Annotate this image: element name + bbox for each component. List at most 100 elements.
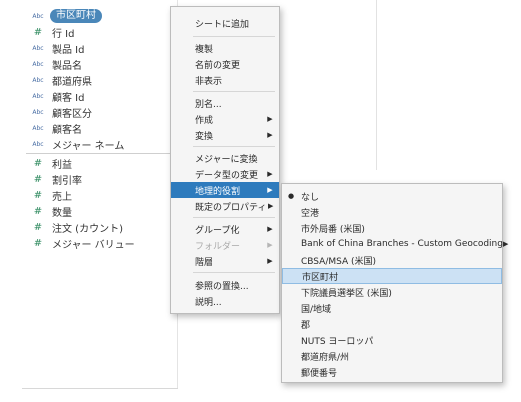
geo-county[interactable]: 郡 [282,316,502,332]
menu-item-label: CBSA/MSA (米国) [301,256,377,267]
field-label: 注文 (カウント) [52,223,123,235]
abc-type-icon: Abc [32,124,44,132]
menu-item-label: データ型の変更 [195,170,259,181]
menu-item-label: フォルダー [195,241,241,252]
menu-item-label: 都道府県/州 [301,352,350,363]
number-type-icon: # [33,157,43,169]
field-label: 行 Id [52,28,75,40]
field-measure-names[interactable]: Abc メジャー ネーム [28,136,176,152]
geo-cbsa-msa[interactable]: CBSA/MSA (米国) [282,252,502,268]
field-measure-values[interactable]: # メジャー バリュー [28,235,176,251]
field-prefecture[interactable]: Abc 都道府県 [28,72,176,88]
menu-change-data-type[interactable]: データ型の変更 ▶ [171,166,279,182]
menu-separator [193,146,275,147]
field-customer-segment[interactable]: Abc 顧客区分 [28,104,176,120]
menu-replace-references[interactable]: 参照の置換... [171,277,279,293]
triangle-right-icon: ▶ [267,131,273,139]
menu-item-label: 非表示 [195,76,223,87]
menu-item-label: 参照の置換... [195,281,249,292]
menu-item-label: 説明... [195,297,222,308]
menu-item-label: 空港 [301,208,320,219]
field-label: 製品 Id [52,44,85,56]
field-label: 顧客 Id [52,92,85,104]
menu-item-label: メジャーに変換 [195,154,258,165]
field-sales[interactable]: # 売上 [28,187,176,203]
abc-type-icon: Abc [32,60,44,68]
field-row-id[interactable]: # 行 Id [28,24,176,40]
menu-describe[interactable]: 説明... [171,293,279,309]
field-customer-id[interactable]: Abc 顧客 Id [28,88,176,104]
menu-duplicate[interactable]: 複製 [171,40,279,56]
field-product-id[interactable]: Abc 製品 Id [28,40,176,56]
menu-item-label: 市外局番 (米国) [301,224,365,235]
number-type-icon: # [33,221,43,233]
number-type-icon: # [33,26,43,38]
geo-airport[interactable]: 空港 [282,204,502,220]
triangle-right-icon: ▶ [267,115,273,123]
triangle-right-icon: ▶ [502,240,509,248]
geo-bank-of-china[interactable]: Bank of China Branches - Custom Geocodin… [282,236,508,252]
menu-aliases[interactable]: 別名... [171,95,279,111]
menu-create[interactable]: 作成 ▶ [171,111,279,127]
geo-state-province[interactable]: 都道府県/州 [282,348,502,364]
menu-rename[interactable]: 名前の変更 [171,56,279,72]
abc-type-icon: Abc [32,92,44,100]
menu-transform[interactable]: 変換 ▶ [171,127,279,143]
triangle-right-icon: ▶ [267,170,273,178]
geo-city[interactable]: 市区町村 [282,268,502,284]
field-city[interactable]: Abc 市区町村 [28,8,176,24]
menu-item-label: 地理的役割 [195,186,241,197]
menu-item-label: 複製 [195,44,214,55]
geo-congressional-district[interactable]: 下院議員選挙区 (米国) [282,284,502,300]
menu-default-properties[interactable]: 既定のプロパティ ▶ [171,198,279,214]
field-label: メジャー バリュー [52,239,135,251]
menu-separator [193,217,275,218]
menu-item-label: 階層 [195,257,214,268]
menu-item-label: 変換 [195,131,214,142]
triangle-right-icon: ▶ [267,225,273,233]
field-label: 都道府県 [52,76,92,88]
triangle-right-icon: ▶ [267,257,273,265]
menu-item-label: 下院議員選挙区 (米国) [301,288,392,299]
geo-nuts-europe[interactable]: NUTS ヨーロッパ [282,332,502,348]
menu-item-label: 既定のプロパティ [195,202,267,213]
menu-convert-to-measure[interactable]: メジャーに変換 [171,150,279,166]
field-customer-name[interactable]: Abc 顧客名 [28,120,176,136]
number-type-icon: # [33,237,43,249]
geo-none[interactable]: ● なし [282,188,502,204]
menu-separator [193,91,275,92]
geo-country-region[interactable]: 国/地域 [282,300,502,316]
menu-separator [193,36,275,37]
field-label: 市区町村 [50,9,102,23]
number-type-icon: # [33,173,43,185]
geo-zip-code[interactable]: 郵便番号 [282,364,502,380]
menu-item-label: なし [301,192,320,203]
triangle-right-icon: ▶ [267,241,273,249]
field-profit[interactable]: # 利益 [28,155,176,171]
field-quantity[interactable]: # 数量 [28,203,176,219]
field-order-count[interactable]: # 注文 (カウント) [28,219,176,235]
menu-hide[interactable]: 非表示 [171,72,279,88]
menu-item-label: 作成 [195,115,214,126]
menu-hierarchy[interactable]: 階層 ▶ [171,253,279,269]
field-label: 製品名 [52,60,82,72]
menu-folders: フォルダー ▶ [171,237,279,253]
field-product-name[interactable]: Abc 製品名 [28,56,176,72]
abc-type-icon: Abc [32,12,44,20]
pane-bottom-border [22,388,178,389]
bullet-icon: ● [288,192,295,200]
field-label: 顧客区分 [52,108,92,120]
field-label: 利益 [52,159,72,171]
menu-add-to-sheet[interactable]: シートに追加 [171,15,279,31]
field-label: 売上 [52,191,72,203]
menu-geographic-role[interactable]: 地理的役割 ▶ [171,182,279,198]
column-divider [376,0,377,170]
field-discount[interactable]: # 割引率 [28,171,176,187]
triangle-right-icon: ▶ [267,186,273,194]
data-pane: Abc 市区町村 # 行 Id Abc 製品 Id Abc 製品名 Abc 都道… [22,0,178,388]
menu-separator [193,272,275,273]
geo-area-code[interactable]: 市外局番 (米国) [282,220,502,236]
menu-group-by[interactable]: グループ化 ▶ [171,221,279,237]
abc-type-icon: Abc [32,108,44,116]
number-type-icon: # [33,205,43,217]
